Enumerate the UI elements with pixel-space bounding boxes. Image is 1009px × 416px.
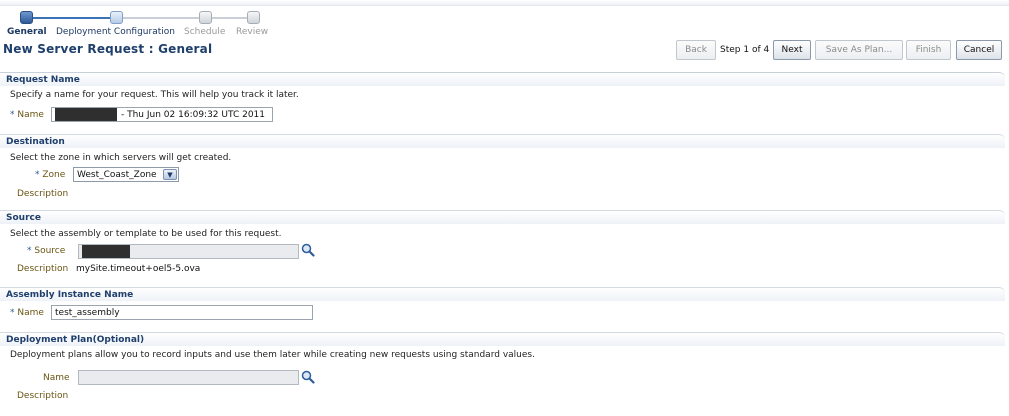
finish-button[interactable]: Finish <box>906 40 951 60</box>
zone-label-text: Zone <box>42 170 66 180</box>
source-label-text: Source <box>34 246 66 256</box>
deployment-plan-name-input[interactable] <box>78 370 299 385</box>
assembly-name-label: * Name <box>10 308 44 318</box>
zone-label: * Zone <box>35 170 65 180</box>
required-mark: * <box>10 308 15 318</box>
page-title: New Server Request : General <box>3 42 213 56</box>
train-stop-review <box>247 11 260 24</box>
request-name-input[interactable]: - Thu Jun 02 16:09:32 UTC 2011 <box>51 107 273 122</box>
next-button[interactable]: Next <box>773 40 811 60</box>
source-input[interactable] <box>78 244 299 259</box>
assembly-name-input[interactable]: test_assembly <box>51 305 313 320</box>
train-stop-general[interactable] <box>20 11 33 24</box>
destination-description-label: Description <box>17 189 69 199</box>
train-label-schedule: Schedule <box>184 27 226 37</box>
section-header-destination: Destination <box>0 134 1005 148</box>
deployment-plan-name-label: Name <box>43 373 70 383</box>
request-name-label-text: Name <box>17 110 44 120</box>
train-connector <box>27 17 111 19</box>
save-as-plan-button[interactable]: Save As Plan... <box>815 40 903 60</box>
redacted-text <box>82 245 130 258</box>
back-button[interactable]: Back <box>676 40 716 60</box>
required-mark: * <box>35 170 40 180</box>
train-label-review: Review <box>236 27 269 37</box>
destination-description: Select the zone in which servers will ge… <box>10 153 232 163</box>
deployment-plan-description: Deployment plans allow you to record inp… <box>10 350 535 360</box>
section-header-source: Source <box>0 210 1005 224</box>
train-stop-schedule <box>199 11 212 24</box>
source-description-value: mySite.timeout+oel5-5.ova <box>76 264 201 274</box>
chevron-down-icon[interactable]: ▼ <box>163 169 177 180</box>
search-icon[interactable] <box>301 243 315 257</box>
redacted-text <box>55 108 117 121</box>
train-label-general[interactable]: General <box>7 27 47 37</box>
top-bar <box>0 0 1009 6</box>
section-header-deployment-plan: Deployment Plan(Optional) <box>0 332 1005 346</box>
train-connector <box>211 17 249 19</box>
required-mark: * <box>10 110 15 120</box>
train-connector <box>122 17 200 19</box>
process-train: General Deployment Configuration Schedul… <box>0 8 300 40</box>
section-header-request-name: Request Name <box>0 72 1005 86</box>
request-name-label: * Name <box>10 110 44 120</box>
request-name-value: - Thu Jun 02 16:09:32 UTC 2011 <box>121 109 265 120</box>
source-label: * Source <box>27 246 65 256</box>
train-label-deployment-configuration[interactable]: Deployment Configuration <box>56 27 175 37</box>
required-mark: * <box>27 246 32 256</box>
source-description-label: Description <box>17 264 69 274</box>
cancel-button[interactable]: Cancel <box>956 40 1002 60</box>
source-description: Select the assembly or template to be us… <box>10 229 282 239</box>
request-name-description: Specify a name for your request. This wi… <box>10 90 299 100</box>
assembly-name-value: test_assembly <box>55 307 120 318</box>
train-stop-deployment-configuration[interactable] <box>110 11 123 24</box>
zone-select[interactable]: West_Coast_Zone ▼ <box>73 167 179 182</box>
deployment-plan-description-label: Description <box>17 391 69 401</box>
search-icon[interactable] <box>301 370 315 384</box>
assembly-name-label-text: Name <box>17 308 44 318</box>
zone-selected-value: West_Coast_Zone <box>77 169 157 180</box>
section-header-assembly-instance-name: Assembly Instance Name <box>0 287 1005 301</box>
step-indicator: Step 1 of 4 <box>720 45 770 55</box>
